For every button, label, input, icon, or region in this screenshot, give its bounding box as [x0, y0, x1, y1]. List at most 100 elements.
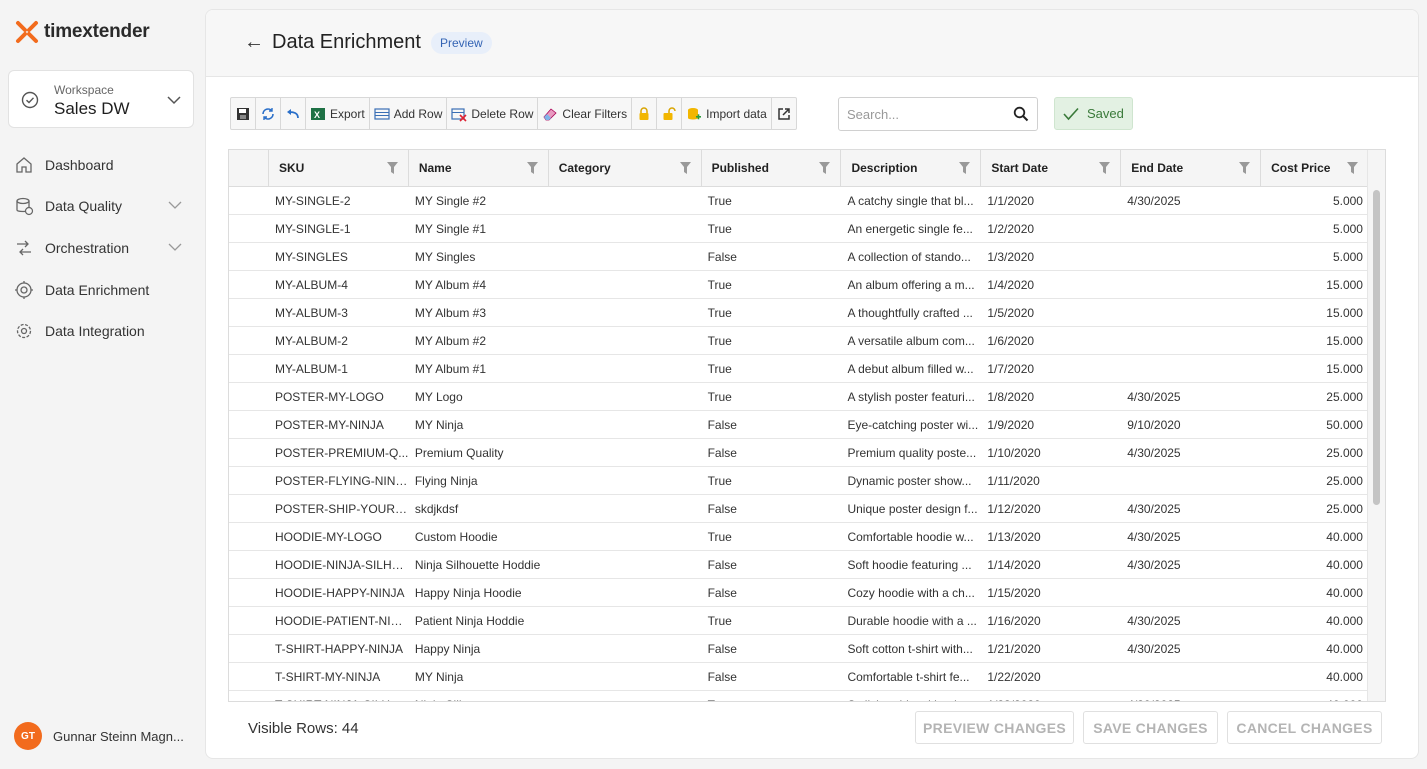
table-cell[interactable]: 1/6/2020	[981, 327, 1121, 355]
row-selector[interactable]	[229, 467, 269, 495]
table-cell[interactable]: POSTER-FLYING-NINJA	[269, 467, 409, 495]
row-selector[interactable]	[229, 579, 269, 607]
table-cell[interactable]: 1/8/2020	[981, 383, 1121, 411]
chevron-down-icon[interactable]	[168, 200, 182, 210]
table-cell[interactable]: MY-ALBUM-4	[269, 271, 409, 299]
table-cell[interactable]: MY-ALBUM-3	[269, 299, 409, 327]
row-selector[interactable]	[229, 439, 269, 467]
table-cell[interactable]	[549, 607, 702, 635]
sidebar-item-data-quality[interactable]: Data Quality	[0, 190, 203, 222]
table-cell[interactable]: Comfortable t-shirt fe...	[841, 663, 981, 691]
table-cell[interactable]: 4/30/2025	[1121, 439, 1261, 467]
table-cell[interactable]: 1/15/2020	[981, 579, 1121, 607]
sidebar-item-data-enrichment[interactable]: Data Enrichment	[0, 274, 203, 306]
table-cell[interactable]: Soft hoodie featuring ...	[841, 551, 981, 579]
table-cell[interactable]: 5.000	[1261, 215, 1369, 243]
table-cell[interactable]: Happy Ninja	[409, 635, 549, 663]
table-row[interactable]: MY-SINGLE-2 MY Single #2 True A catchy sing…	[229, 187, 1369, 215]
table-cell[interactable]: False	[702, 495, 842, 523]
row-selector[interactable]	[229, 355, 269, 383]
save-button[interactable]	[231, 98, 256, 129]
table-row[interactable]: T-SHIRT-HAPPY-NINJA Happy Ninja False Soft …	[229, 635, 1369, 663]
table-row[interactable]: T-SHIRT-NINJA-SILHO...Ninja Silhouette Tr…	[229, 691, 1369, 701]
row-selector[interactable]	[229, 411, 269, 439]
row-selector[interactable]	[229, 271, 269, 299]
table-cell[interactable]: 40.000	[1261, 551, 1369, 579]
table-cell[interactable]: False	[702, 411, 842, 439]
table-row[interactable]: MY-ALBUM-2 MY Album #2 True A versatile alb…	[229, 327, 1369, 355]
open-external-button[interactable]	[772, 98, 796, 129]
table-cell[interactable]: Happy Ninja Hoodie	[409, 579, 549, 607]
table-row[interactable]: POSTER-MY-NINJA MY Ninja False Eye-catching…	[229, 411, 1369, 439]
table-cell[interactable]	[549, 579, 702, 607]
table-cell[interactable]: T-SHIRT-MY-NINJA	[269, 663, 409, 691]
preview-changes-button[interactable]: PREVIEW CHANGES	[915, 711, 1074, 744]
table-cell[interactable]: 1/5/2020	[981, 299, 1121, 327]
table-cell[interactable]	[549, 411, 702, 439]
filter-icon[interactable]	[679, 162, 691, 174]
user-menu[interactable]: GT Gunnar Steinn Magn...	[14, 722, 184, 750]
table-cell[interactable]: Custom Hoodie	[409, 523, 549, 551]
table-cell[interactable]	[549, 355, 702, 383]
table-row[interactable]: POSTER-PREMIUM-Q... Premium Quality False P…	[229, 439, 1369, 467]
table-cell[interactable]: MY Album #4	[409, 271, 549, 299]
column-header[interactable]: Category	[549, 150, 702, 187]
table-cell[interactable]: 4/30/2025	[1121, 187, 1261, 215]
table-cell[interactable]: False	[702, 663, 842, 691]
table-cell[interactable]: MY Ninja	[409, 663, 549, 691]
table-cell[interactable]: 15.000	[1261, 271, 1369, 299]
row-selector[interactable]	[229, 607, 269, 635]
table-row[interactable]: HOODIE-PATIENT-NIN... Patient Ninja Hoddi…	[229, 607, 1369, 635]
table-cell[interactable]	[1121, 243, 1261, 271]
row-selector[interactable]	[229, 663, 269, 691]
table-cell[interactable]	[1121, 215, 1261, 243]
table-cell[interactable]	[1121, 355, 1261, 383]
search-input[interactable]	[840, 99, 1010, 129]
row-selector[interactable]	[229, 187, 269, 215]
table-cell[interactable]: HOODIE-PATIENT-NIN...	[269, 607, 409, 635]
filter-icon[interactable]	[959, 162, 971, 174]
column-header[interactable]: SKU	[269, 150, 409, 187]
table-cell[interactable]: Premium Quality	[409, 439, 549, 467]
table-cell[interactable]: MY Single #2	[409, 187, 549, 215]
table-cell[interactable]: False	[702, 243, 842, 271]
workspace-selector[interactable]: Workspace Sales DW	[8, 70, 194, 128]
table-cell[interactable]: 1/12/2020	[981, 495, 1121, 523]
table-cell[interactable]: True	[702, 355, 842, 383]
table-cell[interactable]: 1/7/2020	[981, 355, 1121, 383]
filter-icon[interactable]	[1346, 162, 1358, 174]
table-row[interactable]: POSTER-SHIP-YOUR-I... skdjkdsf False Unique…	[229, 495, 1369, 523]
table-cell[interactable]: POSTER-SHIP-YOUR-I...	[269, 495, 409, 523]
row-selector[interactable]	[229, 551, 269, 579]
table-cell[interactable]: 25.000	[1261, 439, 1369, 467]
table-cell[interactable]: 5.000	[1261, 243, 1369, 271]
row-selector[interactable]	[229, 383, 269, 411]
table-cell[interactable]	[1121, 327, 1261, 355]
table-cell[interactable]: True	[702, 215, 842, 243]
table-cell[interactable]: 40.000	[1261, 635, 1369, 663]
table-row[interactable]: POSTER-MY-LOGO MY Logo True A stylish poste…	[229, 383, 1369, 411]
table-cell[interactable]: MY-SINGLE-1	[269, 215, 409, 243]
unlock-button[interactable]	[657, 98, 683, 129]
row-selector[interactable]	[229, 299, 269, 327]
table-cell[interactable]: POSTER-MY-LOGO	[269, 383, 409, 411]
filter-icon[interactable]	[386, 162, 398, 174]
table-cell[interactable]: A catchy single that bl...	[841, 187, 981, 215]
scrollbar-thumb[interactable]	[1373, 190, 1380, 505]
table-cell[interactable]: Premium quality poste...	[841, 439, 981, 467]
table-cell[interactable]: 9/10/2020	[1121, 411, 1261, 439]
table-cell[interactable]: 15.000	[1261, 355, 1369, 383]
sidebar-item-dashboard[interactable]: Dashboard	[0, 149, 203, 181]
table-cell[interactable]: MY-SINGLES	[269, 243, 409, 271]
row-selector[interactable]	[229, 215, 269, 243]
table-cell[interactable]: 4/30/2025	[1121, 691, 1261, 701]
table-cell[interactable]: 40.000	[1261, 663, 1369, 691]
table-row[interactable]: HOODIE-HAPPY-NINJA Happy Ninja Hoodie Fals…	[229, 579, 1369, 607]
table-cell[interactable]	[549, 691, 702, 701]
table-cell[interactable]: 40.000	[1261, 691, 1369, 701]
table-cell[interactable]: skdjkdsf	[409, 495, 549, 523]
table-cell[interactable]: True	[702, 299, 842, 327]
sidebar-item-orchestration[interactable]: Orchestration	[0, 232, 203, 264]
column-header[interactable]: Name	[409, 150, 549, 187]
table-cell[interactable]: 1/21/2020	[981, 635, 1121, 663]
